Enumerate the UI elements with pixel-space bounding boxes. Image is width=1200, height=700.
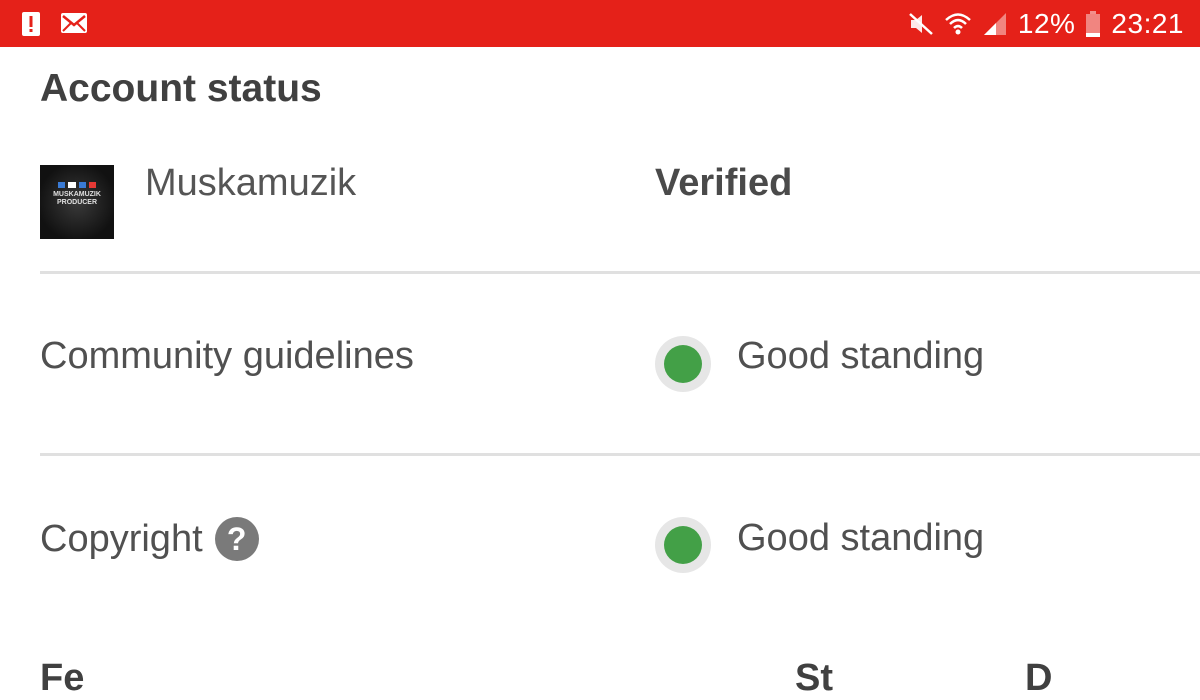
- community-guidelines-status: Good standing: [737, 335, 985, 377]
- system-icons: 12% 23:21: [908, 0, 1184, 47]
- account-status-page: Account status MUSKAMUZIK PRODUCER Muska…: [0, 47, 1200, 699]
- features-header-cutoff: Fe: [40, 657, 85, 699]
- page-title: Account status: [40, 67, 322, 110]
- copyright-label: Copyright ?: [40, 517, 259, 561]
- mute-icon: [908, 12, 934, 36]
- divider: [40, 271, 1200, 274]
- status-bar: 12% 23:21: [0, 0, 1200, 47]
- channel-avatar-text: MUSKAMUZIK PRODUCER: [53, 191, 101, 206]
- battery-percent: 12%: [1017, 7, 1076, 39]
- community-guidelines-label: Community guidelines: [40, 335, 414, 377]
- clock: 23:21: [1111, 7, 1184, 39]
- channel-name: Muskamuzik: [145, 162, 357, 204]
- status-header-cutoff: St: [795, 657, 833, 699]
- verified-status: Verified: [655, 162, 793, 204]
- battery-icon: [1085, 10, 1101, 38]
- status-indicator-green: [655, 517, 711, 573]
- mail-icon: [60, 12, 88, 34]
- channel-avatar: MUSKAMUZIK PRODUCER: [40, 165, 114, 239]
- notification-icons: [20, 10, 88, 36]
- description-header-cutoff: D: [1025, 657, 1053, 699]
- alert-icon: [20, 10, 42, 36]
- copyright-status: Good standing: [737, 517, 985, 559]
- divider: [40, 453, 1200, 456]
- status-indicator-green: [655, 336, 711, 392]
- wifi-icon: [944, 11, 972, 37]
- help-icon[interactable]: ?: [214, 517, 259, 561]
- signal-icon: [982, 11, 1008, 37]
